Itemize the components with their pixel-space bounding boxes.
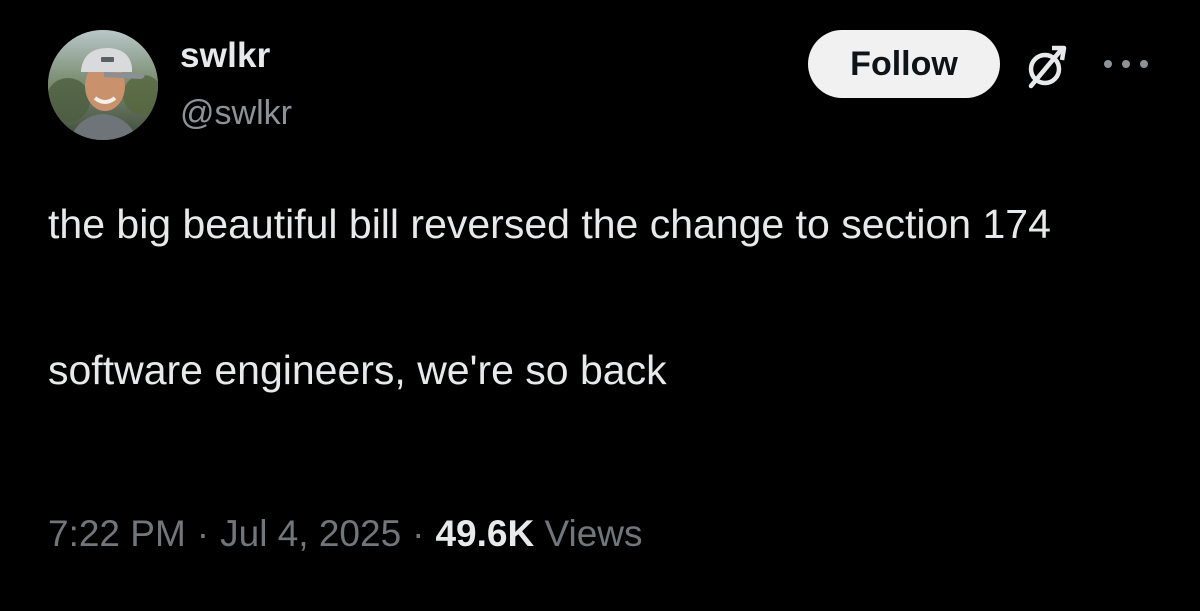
meta-separator: ·: [412, 513, 425, 554]
user-avatar-icon: [48, 30, 158, 140]
follow-button[interactable]: Follow: [808, 30, 1000, 98]
tweet-paragraph: the big beautiful bill reversed the chan…: [48, 201, 1051, 247]
avatar[interactable]: [48, 30, 158, 140]
tweet-time[interactable]: 7:22 PM: [48, 513, 186, 554]
meta-separator: ·: [196, 513, 210, 554]
tweet-text: the big beautiful bill reversed the chan…: [48, 188, 1158, 407]
views-count[interactable]: 49.6K: [435, 513, 534, 554]
tweet-paragraph: software engineers, we're so back: [48, 347, 667, 393]
user-handle[interactable]: @swlkr: [180, 96, 292, 130]
views-label: Views: [544, 513, 643, 554]
tweet-meta: 7:22 PM · Jul 4, 2025 · 49.6K Views: [48, 512, 643, 556]
grok-icon[interactable]: [1018, 40, 1072, 94]
tweet-date[interactable]: Jul 4, 2025: [220, 513, 401, 554]
tweet-card: swlkr @swlkr Follow the big beautiful bi…: [0, 0, 1200, 611]
more-options-icon[interactable]: [1100, 52, 1152, 76]
display-name[interactable]: swlkr: [180, 38, 271, 73]
